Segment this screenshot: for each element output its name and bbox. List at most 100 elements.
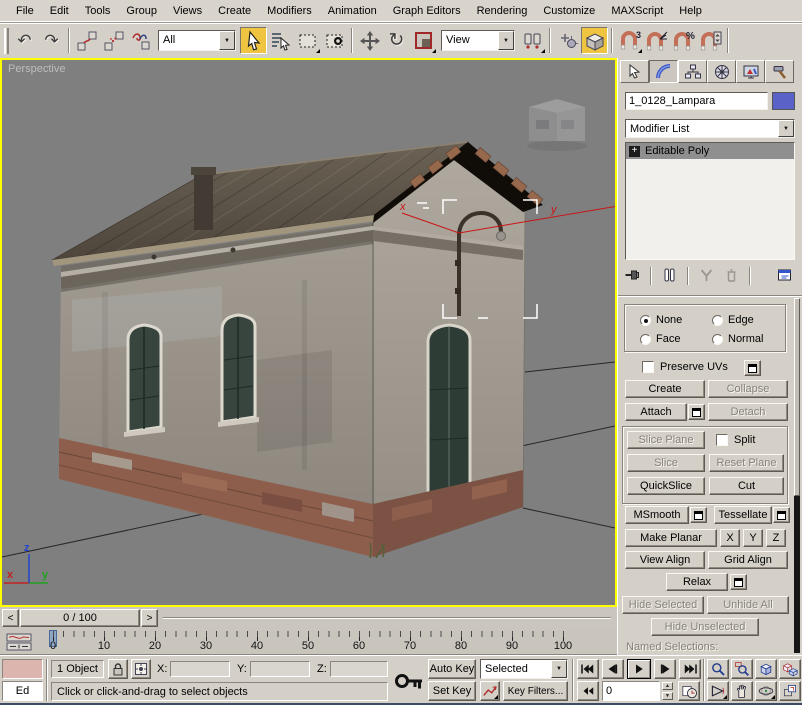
go-to-end-button[interactable] <box>679 659 701 679</box>
relax-button[interactable]: Relax <box>666 573 728 591</box>
spinner-down-icon[interactable]: ▼ <box>662 692 673 700</box>
scrollbar-thumb[interactable] <box>794 298 800 496</box>
msmooth-settings-button[interactable] <box>690 507 707 523</box>
hide-selected-button[interactable]: Hide Selected <box>622 596 704 614</box>
view-align-button[interactable]: View Align <box>625 551 705 569</box>
reference-coordinate-system-dropdown[interactable]: View ▼ <box>441 30 515 51</box>
next-frame-button[interactable] <box>654 659 676 679</box>
tab-hierarchy[interactable] <box>678 60 707 83</box>
slice-plane-button[interactable]: Slice Plane <box>627 431 705 449</box>
detach-button[interactable]: Detach <box>708 403 788 421</box>
menu-item-tools[interactable]: Tools <box>77 1 119 21</box>
chevron-down-icon[interactable]: ▼ <box>778 120 794 137</box>
tab-modify[interactable] <box>649 60 678 83</box>
tab-display[interactable] <box>736 60 765 83</box>
tab-motion[interactable] <box>707 60 736 83</box>
remove-modifier-button[interactable] <box>721 265 742 288</box>
maxscript-listener-output[interactable] <box>2 659 43 679</box>
tessellate-button[interactable]: Tessellate <box>714 506 772 524</box>
planar-z-button[interactable]: Z <box>766 529 786 547</box>
menu-item-edit[interactable]: Edit <box>42 1 77 21</box>
constraint-face-radio[interactable]: Face <box>640 333 680 345</box>
selection-lock-toggle[interactable] <box>108 659 128 679</box>
constraint-none-radio[interactable]: None <box>640 314 682 326</box>
menu-item-graph-editors[interactable]: Graph Editors <box>385 1 469 21</box>
current-frame-field[interactable] <box>602 681 660 701</box>
relax-settings-button[interactable] <box>730 574 747 590</box>
object-name-field[interactable] <box>625 92 768 110</box>
spinner-up-icon[interactable]: ▲ <box>662 682 673 690</box>
collapse-button[interactable]: Collapse <box>708 380 788 398</box>
key-scope-dropdown[interactable]: Selected ▼ <box>480 659 568 679</box>
house-model[interactable] <box>52 142 543 558</box>
quickslice-button[interactable]: QuickSlice <box>627 477 705 495</box>
set-keys-button[interactable] <box>392 660 426 702</box>
constraint-normal-radio[interactable]: Normal <box>712 333 763 345</box>
cut-button[interactable]: Cut <box>709 477 784 495</box>
spinner-snap-toggle-button[interactable] <box>697 27 724 54</box>
slice-button[interactable]: Slice <box>627 454 705 472</box>
select-and-manipulate-button[interactable] <box>554 27 581 54</box>
attach-settings-button[interactable] <box>688 404 705 420</box>
pan-view-button[interactable] <box>731 681 753 701</box>
chevron-down-icon[interactable]: ▼ <box>551 660 567 678</box>
preserve-uvs-settings-button[interactable] <box>744 360 761 376</box>
select-by-name-button[interactable] <box>267 27 294 54</box>
use-pivot-point-center-button[interactable] <box>519 27 546 54</box>
select-and-move-button[interactable] <box>356 27 383 54</box>
select-object-button[interactable] <box>240 27 267 54</box>
background-cube-object[interactable] <box>527 99 587 151</box>
split-checkbox[interactable]: Split <box>716 434 755 446</box>
expand-icon[interactable]: + <box>629 146 640 157</box>
maxscript-listener-input[interactable]: Ed <box>2 681 43 701</box>
redo-button[interactable]: ↷ <box>38 27 65 54</box>
time-configuration-button[interactable] <box>678 681 700 701</box>
tab-utilities[interactable] <box>765 60 794 83</box>
time-slider-track[interactable] <box>163 617 611 619</box>
attach-button[interactable]: Attach <box>625 403 687 421</box>
chevron-down-icon[interactable]: ▼ <box>498 31 514 50</box>
menu-item-customize[interactable]: Customize <box>535 1 603 21</box>
key-filters-button[interactable]: Key Filters... <box>503 681 568 701</box>
angle-snap-toggle-button[interactable] <box>643 27 670 54</box>
tab-create[interactable] <box>620 60 649 83</box>
min-max-toggle-button[interactable] <box>779 681 801 701</box>
object-color-swatch[interactable] <box>772 92 795 110</box>
make-unique-button[interactable] <box>696 265 717 288</box>
select-and-scale-button[interactable] <box>410 27 437 54</box>
select-and-link-button[interactable] <box>73 27 100 54</box>
hide-unselected-button[interactable]: Hide Unselected <box>651 618 759 636</box>
unhide-all-button[interactable]: Unhide All <box>707 596 789 614</box>
viewport-perspective[interactable]: Perspective <box>0 58 617 607</box>
open-mini-curve-editor-button[interactable] <box>6 632 32 655</box>
make-planar-button[interactable]: Make Planar <box>625 529 717 547</box>
previous-frame-button[interactable] <box>602 659 624 679</box>
percent-snap-toggle-button[interactable]: % <box>670 27 697 54</box>
menu-item-create[interactable]: Create <box>210 1 259 21</box>
msmooth-button[interactable]: MSmooth <box>625 506 689 524</box>
go-to-start-button[interactable] <box>577 659 599 679</box>
absolute-offset-mode-toggle[interactable] <box>131 659 151 679</box>
zoom-button[interactable] <box>707 659 729 679</box>
bind-to-space-warp-button[interactable] <box>127 27 154 54</box>
frame-spinner[interactable]: ▲▼ <box>662 681 673 701</box>
track-bar[interactable]: 0 10 20 30 40 50 60 70 80 90 100 <box>0 629 617 655</box>
select-and-rotate-button[interactable]: ↻ <box>383 27 410 54</box>
rectangular-selection-region-button[interactable] <box>294 27 321 54</box>
tessellate-settings-button[interactable] <box>773 507 790 523</box>
menu-item-file[interactable]: File <box>8 1 42 21</box>
arc-rotate-button[interactable] <box>755 681 777 701</box>
grid-align-button[interactable]: Grid Align <box>708 551 788 569</box>
snaps-toggle-button[interactable] <box>581 27 608 54</box>
zoom-all-button[interactable] <box>731 659 753 679</box>
menu-item-animation[interactable]: Animation <box>320 1 385 21</box>
configure-modifier-sets-button[interactable] <box>774 265 795 288</box>
previous-frame-arrow-button[interactable]: < <box>2 609 19 627</box>
key-mode-toggle-button[interactable] <box>577 681 599 701</box>
show-end-result-button[interactable] <box>659 265 680 288</box>
time-slider-handle[interactable]: 0 / 100 <box>20 609 140 627</box>
chevron-down-icon[interactable]: ▼ <box>219 31 235 50</box>
x-coordinate-field[interactable] <box>170 661 230 677</box>
menu-item-modifiers[interactable]: Modifiers <box>259 1 320 21</box>
pin-stack-button[interactable] <box>622 265 643 288</box>
